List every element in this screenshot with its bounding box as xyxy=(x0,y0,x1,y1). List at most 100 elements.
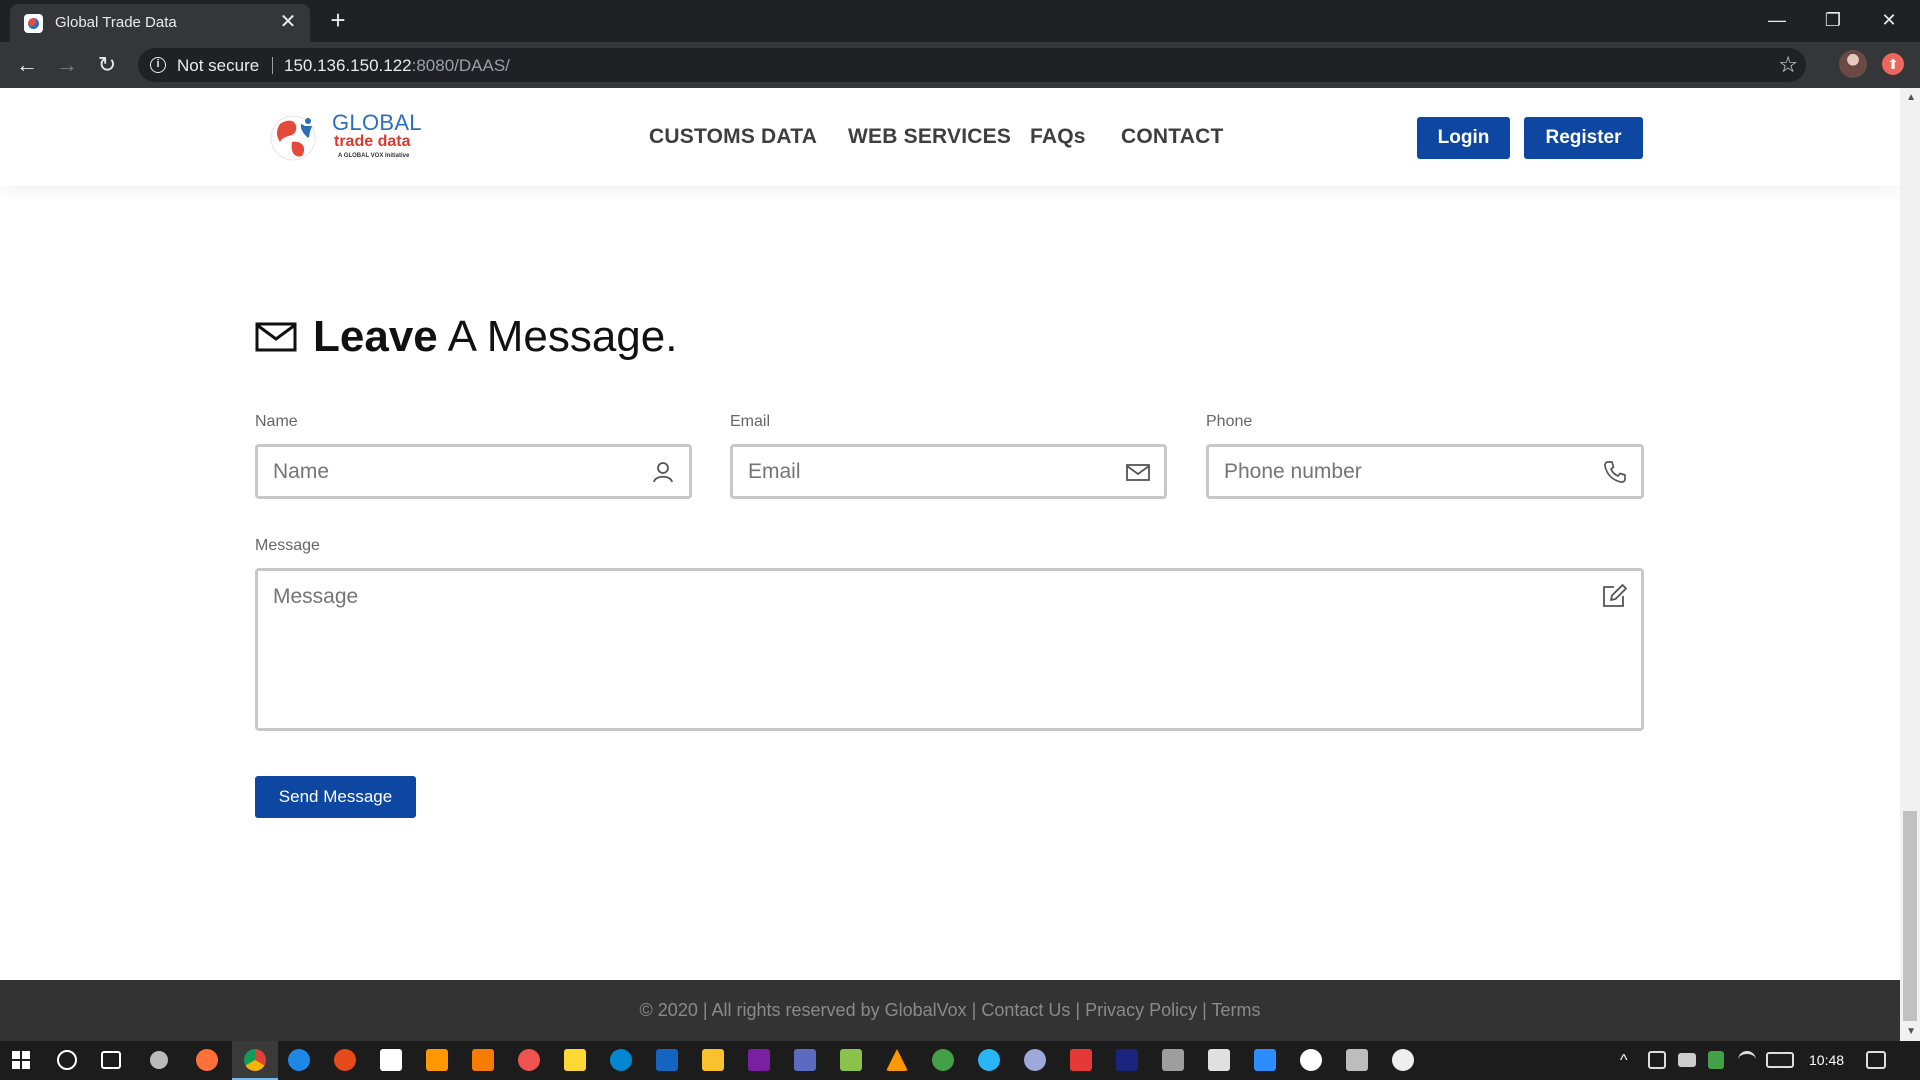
app-icon-1[interactable] xyxy=(334,1049,356,1071)
extension-icon[interactable]: ⬆ xyxy=(1882,53,1904,75)
name-input[interactable]: Name xyxy=(255,444,692,499)
app-icon-7[interactable] xyxy=(1024,1049,1046,1071)
scroll-down-arrow-icon[interactable]: ▼ xyxy=(1906,1026,1916,1037)
app-icon-4[interactable] xyxy=(518,1049,540,1071)
sticky-notes-icon[interactable] xyxy=(564,1049,586,1071)
file-explorer-icon[interactable] xyxy=(702,1049,724,1071)
page-scrollbar[interactable]: ▲ ▼ xyxy=(1900,88,1920,1041)
phone-placeholder: Phone number xyxy=(1224,460,1362,483)
close-window-button[interactable]: ✕ xyxy=(1866,4,1912,36)
email-label: Email xyxy=(730,413,771,430)
page-viewport: GLOBAL trade data A GLOBAL VOX Initiativ… xyxy=(0,88,1920,1041)
nav-faqs[interactable]: FAQs xyxy=(1030,125,1086,149)
new-tab-button[interactable]: + xyxy=(325,7,351,33)
message-placeholder: Message xyxy=(273,585,359,608)
omnibox-divider xyxy=(272,57,273,74)
browser-toolbar: ← → ↻ i Not secure 150.136.150.122:8080/… xyxy=(0,42,1920,88)
bookmark-star-icon[interactable]: ☆ xyxy=(1778,52,1798,78)
battery-icon[interactable] xyxy=(1678,1053,1696,1067)
tab-title: Global Trade Data xyxy=(55,14,177,31)
send-message-button[interactable]: Send Message xyxy=(255,776,416,818)
app-icon-6[interactable] xyxy=(932,1049,954,1071)
wifi-icon[interactable] xyxy=(1738,1051,1756,1069)
nav-contact[interactable]: CONTACT xyxy=(1121,125,1224,149)
settings-gear-icon[interactable] xyxy=(150,1051,168,1069)
forward-button[interactable]: → xyxy=(52,50,82,80)
anydesk-icon[interactable] xyxy=(1070,1049,1092,1071)
reload-button[interactable]: ↻ xyxy=(92,50,122,80)
teams-icon[interactable] xyxy=(794,1049,816,1071)
globe-logo-icon xyxy=(270,115,316,161)
task-view-icon[interactable] xyxy=(101,1051,121,1069)
address-bar[interactable]: i Not secure 150.136.150.122:8080/DAAS/ … xyxy=(138,48,1806,82)
info-icon[interactable]: i xyxy=(150,57,166,73)
message-label: Message xyxy=(255,537,320,554)
logo-text-trade-data: trade data xyxy=(334,133,411,150)
security-shield-icon[interactable] xyxy=(1708,1051,1724,1069)
sublime-icon[interactable] xyxy=(426,1049,448,1071)
cortana-search-icon[interactable] xyxy=(57,1050,77,1070)
restore-button[interactable]: ❐ xyxy=(1810,4,1856,36)
scroll-up-arrow-icon[interactable]: ▲ xyxy=(1906,92,1916,103)
email-input[interactable]: Email xyxy=(730,444,1167,499)
terms-link[interactable]: Terms xyxy=(1211,1000,1260,1020)
nav-web-services[interactable]: WEB SERVICES xyxy=(848,125,1011,149)
profile-avatar-icon[interactable] xyxy=(1839,50,1867,78)
minimize-button[interactable]: — xyxy=(1754,4,1800,36)
vlc-icon[interactable] xyxy=(886,1049,908,1071)
back-button[interactable]: ← xyxy=(12,50,42,80)
register-button[interactable]: Register xyxy=(1524,117,1643,159)
copyright-text: © 2020 | All rights reserved by GlobalVo… xyxy=(639,1000,982,1020)
telegram-icon[interactable] xyxy=(978,1049,1000,1071)
firefox-icon[interactable] xyxy=(196,1049,218,1071)
site-header: GLOBAL trade data A GLOBAL VOX Initiativ… xyxy=(0,88,1900,186)
phone-input[interactable]: Phone number xyxy=(1206,444,1644,499)
site-footer: © 2020 | All rights reserved by GlobalVo… xyxy=(0,980,1900,1041)
security-label[interactable]: Not secure xyxy=(177,56,259,76)
email-placeholder: Email xyxy=(748,460,801,483)
phone-icon xyxy=(1604,461,1626,483)
app-icon-9[interactable] xyxy=(1162,1049,1184,1071)
envelope-icon xyxy=(255,322,297,352)
name-placeholder: Name xyxy=(273,460,330,483)
app-icon-5[interactable] xyxy=(840,1049,862,1071)
app-icon-12[interactable] xyxy=(1346,1049,1368,1071)
phone-label: Phone xyxy=(1206,413,1253,430)
tray-expand-icon[interactable]: ^ xyxy=(1620,1052,1628,1070)
outlook-icon[interactable] xyxy=(656,1049,678,1071)
keyboard-icon[interactable] xyxy=(1766,1052,1794,1068)
app-icon-11[interactable] xyxy=(1300,1049,1322,1071)
browser-tab[interactable]: Global Trade Data ✕ xyxy=(10,4,310,42)
zoom-icon[interactable] xyxy=(1254,1049,1276,1071)
tab-close-icon[interactable]: ✕ xyxy=(276,10,300,34)
name-label: Name xyxy=(255,413,298,430)
form-title: Leave A Message. xyxy=(313,312,678,361)
nav-customs-data[interactable]: CUSTOMS DATA xyxy=(649,125,817,149)
skype-icon[interactable] xyxy=(610,1049,632,1071)
windows-start-icon[interactable] xyxy=(12,1051,31,1070)
app-icon-8[interactable] xyxy=(1116,1049,1138,1071)
edit-icon xyxy=(1603,584,1627,607)
app-icon-2[interactable] xyxy=(380,1049,402,1071)
site-favicon-icon xyxy=(24,14,43,33)
footer-text: © 2020 | All rights reserved by GlobalVo… xyxy=(639,1000,1261,1020)
app-icon-10[interactable] xyxy=(1208,1049,1230,1071)
url-text[interactable]: 150.136.150.122:8080/DAAS/ xyxy=(284,56,510,76)
tray-icon-1[interactable] xyxy=(1648,1051,1666,1069)
message-textarea[interactable]: Message xyxy=(255,568,1644,731)
mail-icon xyxy=(1126,464,1150,481)
app-icon-3[interactable] xyxy=(472,1049,494,1071)
contact-us-link[interactable]: Contact Us xyxy=(981,1000,1070,1020)
privacy-policy-link[interactable]: Privacy Policy xyxy=(1085,1000,1197,1020)
chrome-icon[interactable] xyxy=(244,1049,266,1071)
ide-icon[interactable] xyxy=(748,1049,770,1071)
app-icon-13[interactable] xyxy=(1392,1049,1414,1071)
browser-titlebar: Global Trade Data ✕ + — ❐ ✕ xyxy=(0,0,1920,42)
system-clock[interactable]: 10:48 xyxy=(1809,1052,1844,1068)
site-logo[interactable]: GLOBAL trade data A GLOBAL VOX Initiativ… xyxy=(268,110,422,165)
login-button[interactable]: Login xyxy=(1417,117,1510,159)
notifications-icon[interactable] xyxy=(1866,1051,1886,1069)
logo-tagline: A GLOBAL VOX Initiative xyxy=(338,153,410,159)
scrollbar-thumb[interactable] xyxy=(1903,811,1917,1021)
edge-icon[interactable] xyxy=(288,1049,310,1071)
